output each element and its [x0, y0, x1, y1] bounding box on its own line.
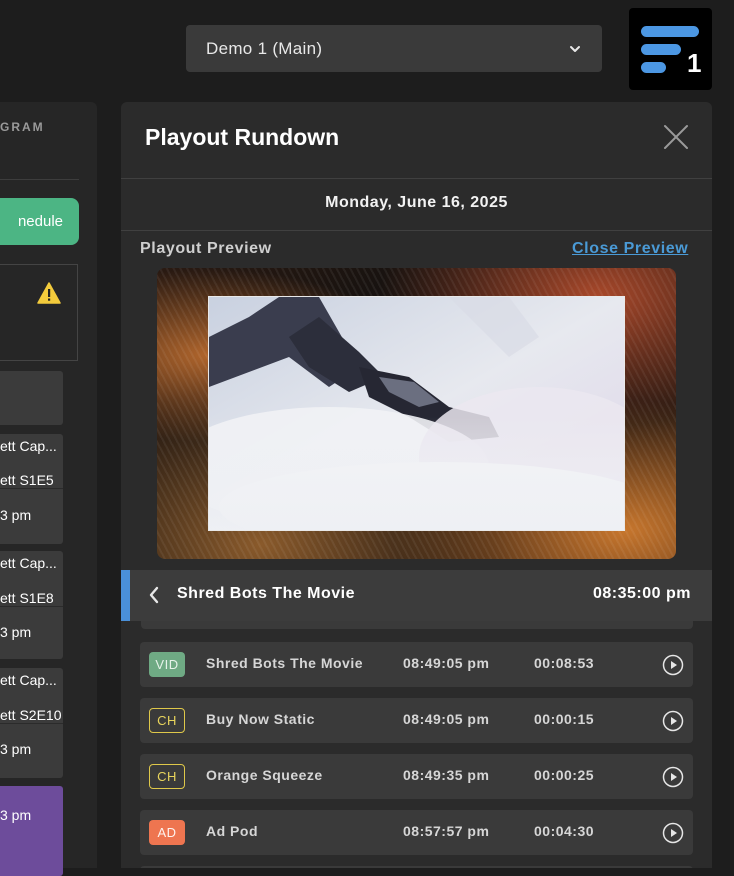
rundown-row[interactable]: CH Orange Squeeze 08:49:35 pm 00:00:25 [140, 754, 693, 799]
card-episode: ett S2E10 [0, 707, 62, 723]
card-episode: ett S1E5 [0, 472, 54, 488]
channel-select[interactable]: Demo 1 (Main) [186, 25, 602, 72]
now-playing-title: Shred Bots The Movie [177, 585, 356, 602]
preview-label: Playout Preview [140, 240, 272, 257]
row-start-time: 08:57:57 pm [403, 823, 490, 839]
schedule-button[interactable]: nedule [0, 198, 79, 245]
card-time: 3 pm [0, 624, 32, 640]
now-playing-time: 08:35:00 pm [593, 585, 691, 602]
chevron-down-icon [570, 45, 580, 52]
app-logo[interactable]: 1 [629, 8, 712, 90]
row-duration: 00:00:15 [534, 711, 595, 727]
divider [0, 179, 79, 180]
row-duration: 00:00:25 [534, 767, 595, 783]
card-divider [0, 723, 63, 724]
now-playing-accent [121, 570, 130, 621]
program-card-active[interactable]: 3 pm [0, 786, 63, 876]
rundown-row[interactable]: AD Ad Pod 08:57:57 pm 00:04:30 [140, 810, 693, 855]
row-name: Ad Pod [206, 823, 258, 839]
card-time: 3 pm [0, 507, 32, 523]
logo-bar [641, 62, 666, 73]
type-badge: VID [149, 652, 185, 677]
program-alert-box[interactable] [0, 264, 78, 361]
play-icon[interactable] [662, 766, 684, 788]
close-icon[interactable] [663, 124, 689, 150]
row-duration: 00:08:53 [534, 655, 595, 671]
warning-icon [37, 282, 61, 304]
card-divider [0, 606, 63, 607]
close-preview-link[interactable]: Close Preview [572, 240, 688, 258]
rundown-row[interactable]: CH Buy Now Static 08:49:05 pm 00:00:15 [140, 698, 693, 743]
program-card[interactable]: ett Cap... ett S1E8 3 pm [0, 551, 63, 659]
panel-title: Playout Rundown [145, 124, 340, 150]
logo-bar [641, 26, 699, 37]
row-edge [141, 621, 693, 629]
type-badge: AD [149, 820, 185, 845]
chevron-left-icon[interactable] [148, 586, 160, 604]
row-duration: 00:04:30 [534, 823, 595, 839]
logo-bar [641, 44, 681, 55]
video-frame [208, 296, 625, 531]
preview-player[interactable] [157, 268, 676, 559]
channel-select-value: Demo 1 (Main) [206, 38, 323, 58]
divider [121, 230, 712, 231]
logo-number: 1 [687, 48, 702, 78]
type-badge: CH [149, 764, 185, 789]
divider [121, 178, 712, 179]
row-start-time: 08:49:05 pm [403, 711, 490, 727]
schedule-button-label: nedule [17, 213, 63, 230]
type-badge: CH [149, 708, 185, 733]
card-title: ett Cap... [0, 555, 57, 571]
row-start-time: 08:49:05 pm [403, 655, 490, 671]
row-name: Buy Now Static [206, 711, 315, 727]
card-title: ett Cap... [0, 438, 57, 454]
now-playing-bar[interactable]: Shred Bots The Movie 08:35:00 pm [121, 570, 712, 621]
card-episode: ett S1E8 [0, 590, 54, 606]
card-title: ett Cap... [0, 672, 57, 688]
play-icon[interactable] [662, 654, 684, 676]
row-name: Orange Squeeze [206, 767, 323, 783]
program-card[interactable]: ett Cap... ett S1E5 3 pm [0, 434, 63, 544]
card-time: 3 pm [0, 807, 32, 823]
play-icon[interactable] [662, 822, 684, 844]
row-start-time: 08:49:35 pm [403, 767, 490, 783]
mountain-image [209, 297, 624, 530]
program-label: GRAM [0, 120, 42, 134]
play-icon[interactable] [662, 710, 684, 732]
card-divider [0, 488, 63, 489]
rundown-date: Monday, June 16, 2025 [325, 194, 508, 211]
playout-rundown-panel: Playout Rundown Monday, June 16, 2025 Pl… [121, 102, 712, 868]
rundown-row[interactable]: VID Shred Bots The Movie 08:49:05 pm 00:… [140, 642, 693, 687]
row-name: Shred Bots The Movie [206, 655, 364, 671]
program-card[interactable] [0, 371, 63, 425]
card-time: 3 pm [0, 741, 32, 757]
